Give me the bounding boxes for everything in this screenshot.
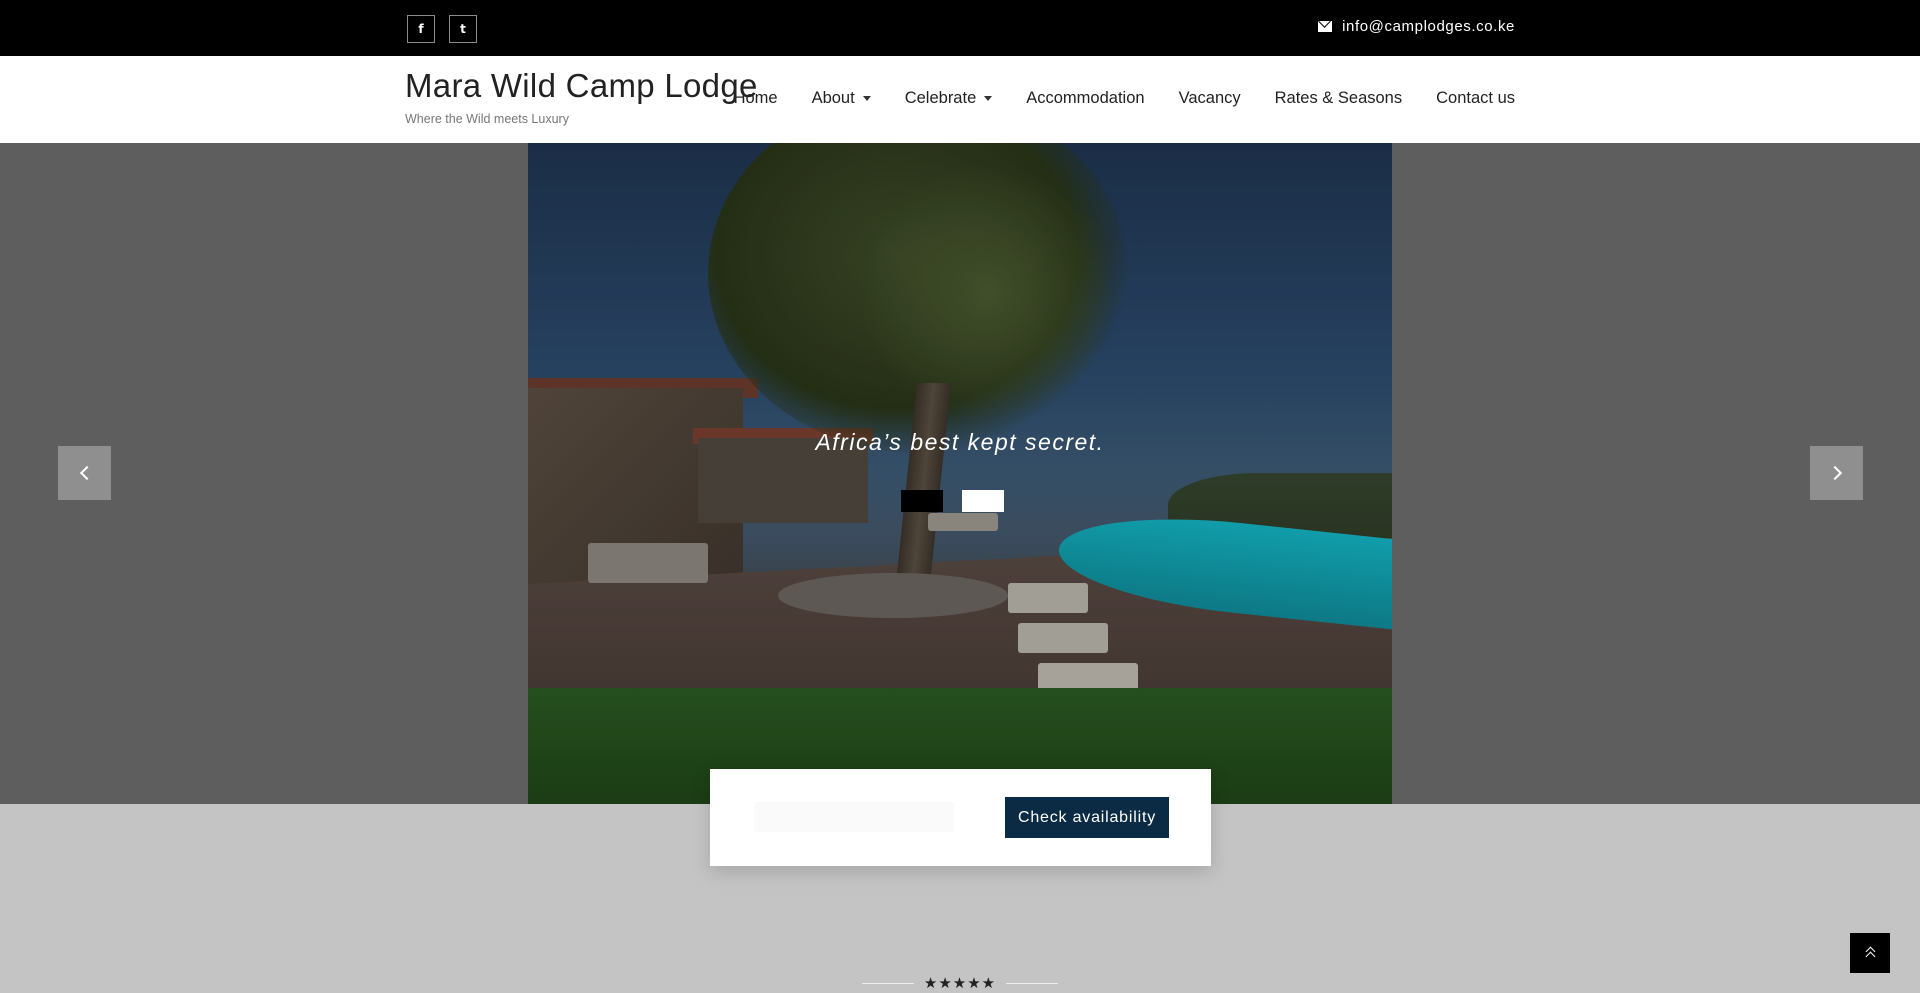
divider-line [861,982,914,984]
nav-accommodation[interactable]: Accommodation [1026,89,1144,108]
check-availability-button[interactable]: Check availability [1005,797,1169,838]
back-to-top-button[interactable] [1850,933,1890,973]
site-title[interactable]: Mara Wild Camp Lodge [405,67,758,105]
booking-date-input[interactable] [754,802,954,832]
chevron-right-icon [1827,465,1842,481]
star-rating-icon: ★★★★★ [923,974,997,992]
nav-label: About [811,89,855,107]
facebook-icon[interactable]: f [407,15,435,43]
caret-down-icon [862,96,871,101]
top-bar: f t info@camplodges.co.ke [0,0,1920,56]
twitter-icon[interactable]: t [449,15,477,43]
booking-widget: Check availability [710,769,1211,866]
nav-label: Contact us [1436,89,1515,107]
site-header: Mara Wild Camp Lodge Where the Wild meet… [0,56,1920,143]
nav-contact[interactable]: Contact us [1436,89,1515,108]
hero-image [528,143,1392,804]
email-link[interactable]: info@camplodges.co.ke [1342,18,1515,35]
nav-vacancy[interactable]: Vacancy [1179,89,1241,108]
nav-label: Celebrate [904,89,977,107]
site-tagline: Where the Wild meets Luxury [405,112,569,126]
carousel-next-button[interactable] [1810,446,1863,500]
nav-home[interactable]: Home [734,89,778,108]
caret-down-icon [984,96,993,101]
main-nav: Home About Celebrate Accommodation Vacan… [734,89,1515,108]
carousel-indicator-1[interactable] [901,490,943,512]
nav-celebrate[interactable]: Celebrate [905,89,993,108]
nav-about[interactable]: About [812,89,871,108]
rating-divider: ★★★★★ [0,974,1920,992]
nav-label: Accommodation [1026,89,1145,107]
top-email[interactable]: info@camplodges.co.ke [1318,18,1515,35]
nav-label: Home [733,89,778,107]
hero-carousel: Africa’s best kept secret. [0,143,1920,804]
carousel-prev-button[interactable] [58,446,111,500]
envelope-icon [1318,21,1333,32]
nav-label: Rates & Seasons [1274,89,1403,107]
chevron-left-icon [79,465,94,481]
carousel-indicator-2[interactable] [962,490,1004,512]
hero-caption: Africa’s best kept secret. [815,429,1105,455]
nav-rates-seasons[interactable]: Rates & Seasons [1275,89,1403,108]
nav-label: Vacancy [1178,89,1241,107]
divider-line [1006,982,1059,984]
